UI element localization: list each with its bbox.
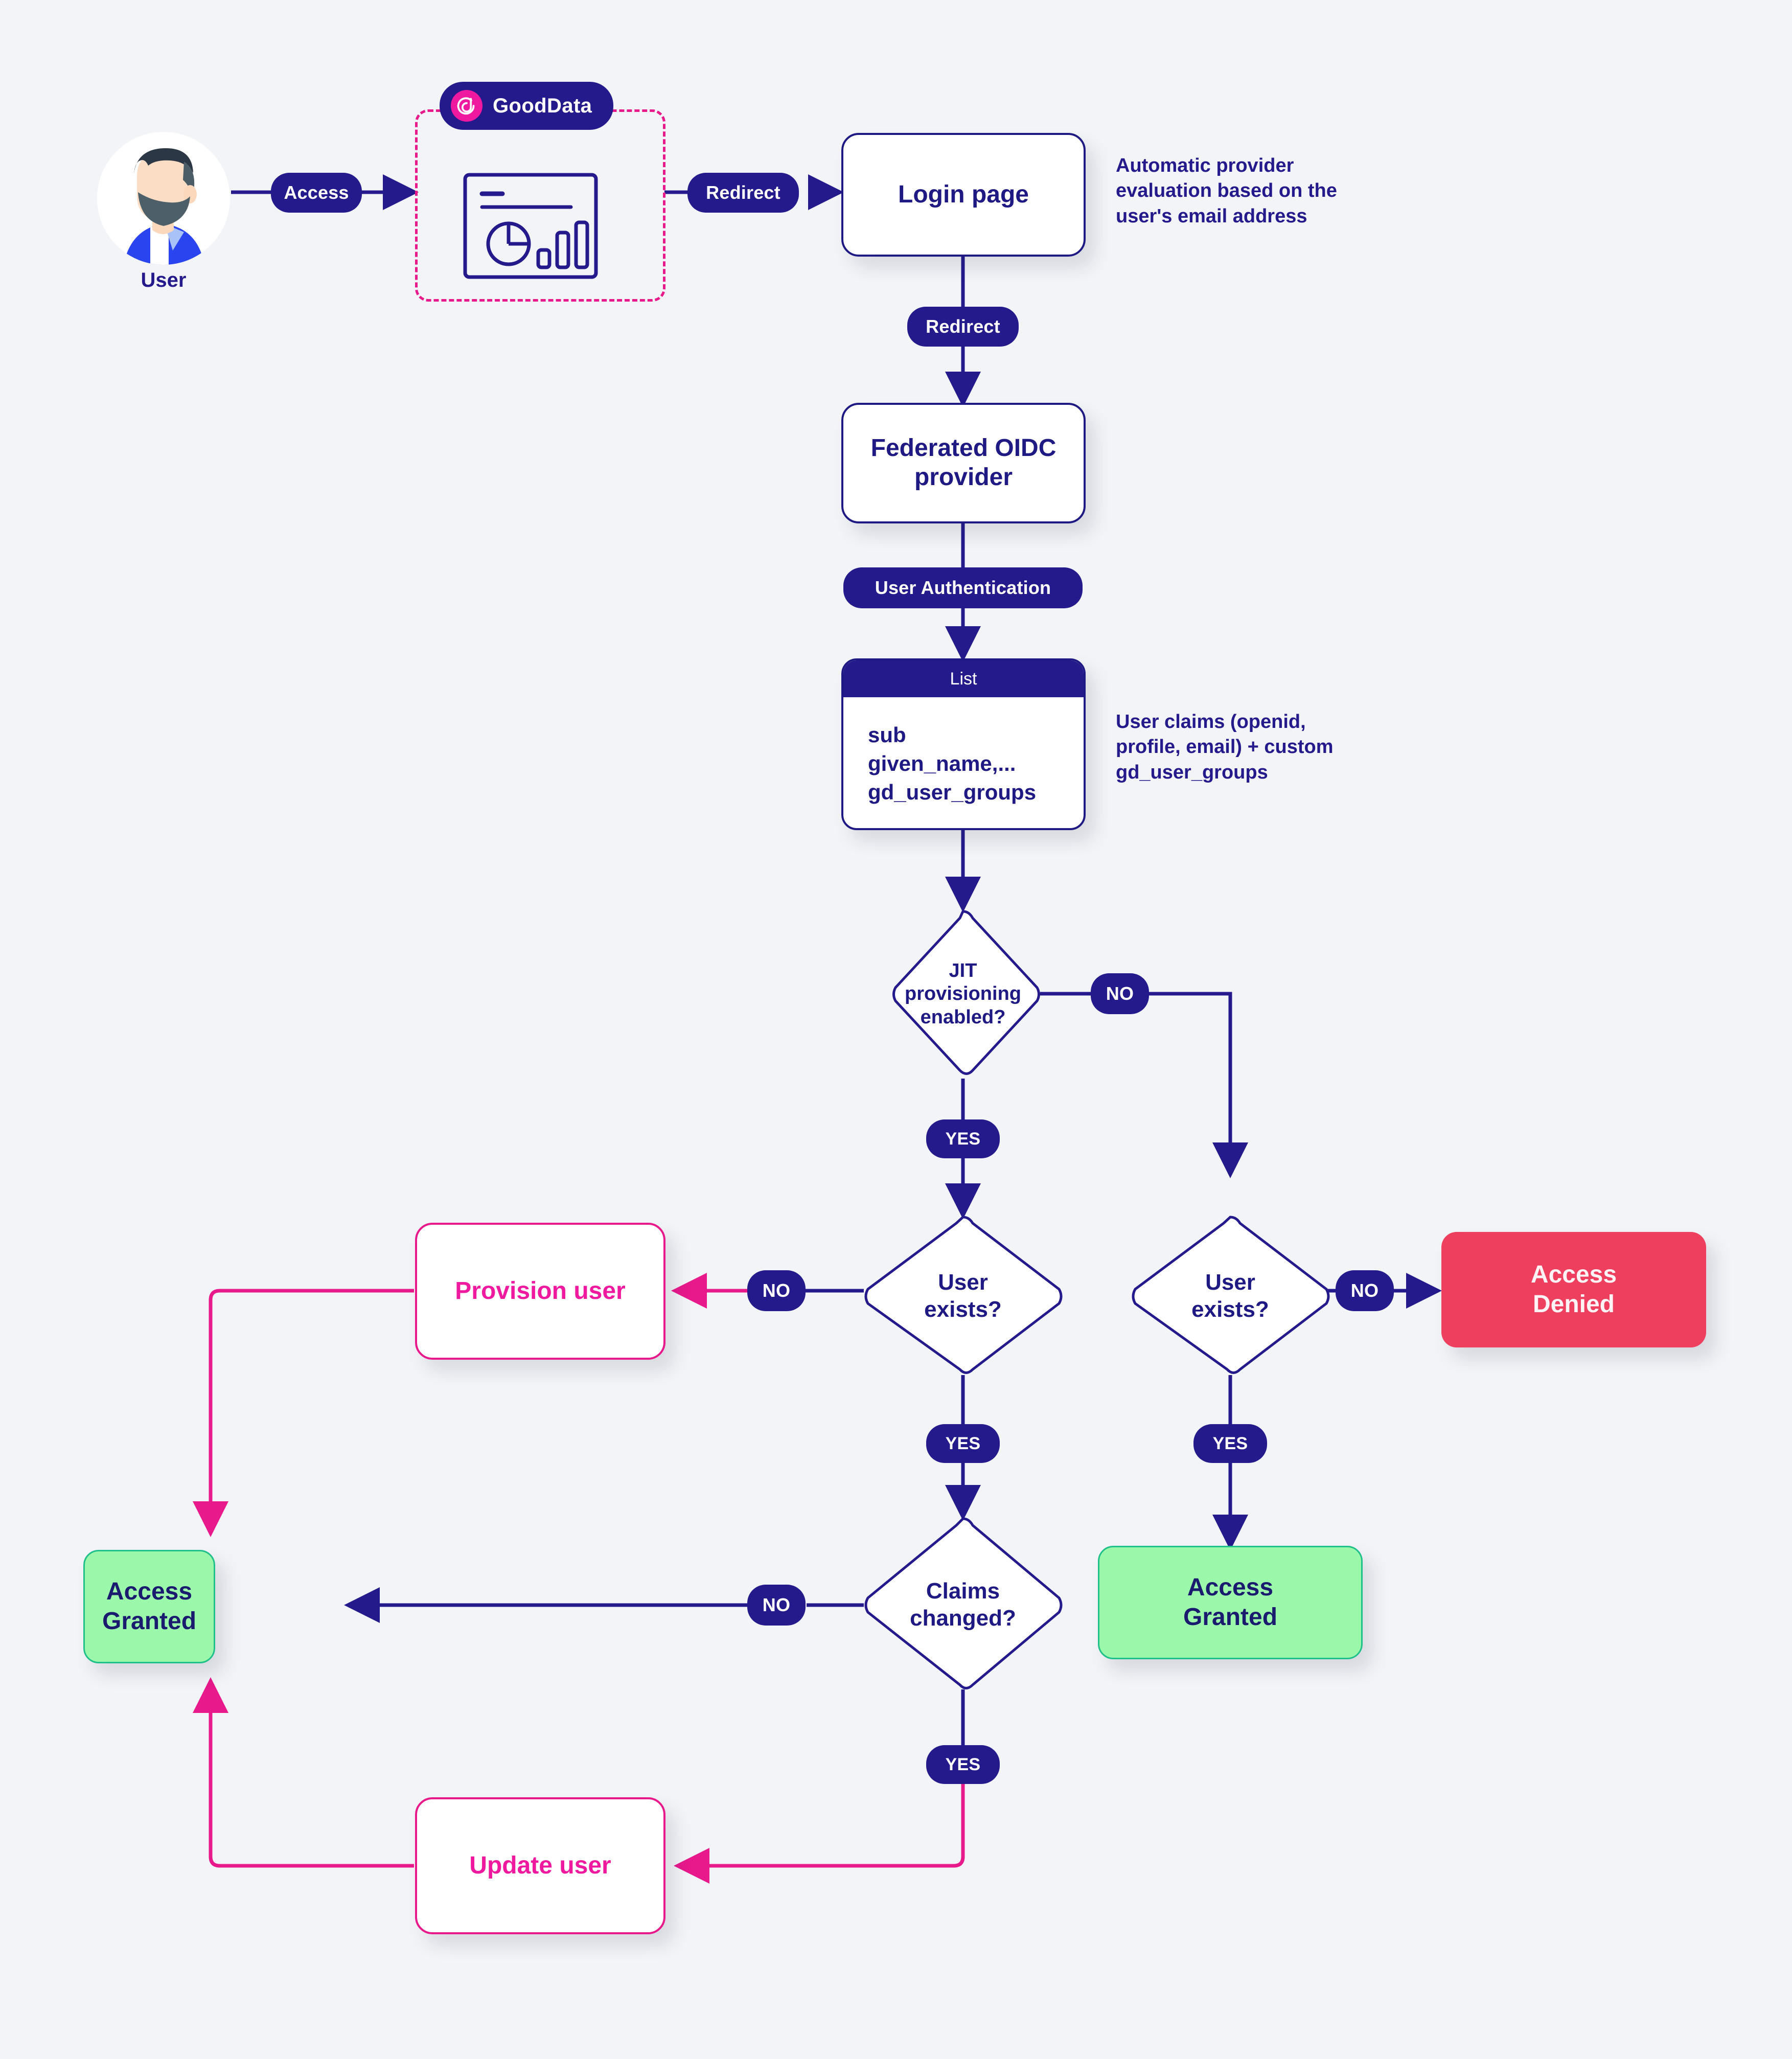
claims-list-items: sub given_name,... gd_user_groups — [868, 723, 1037, 804]
user-label: User — [141, 269, 187, 291]
annotation-user-claims: User claims (openid, profile, email) + c… — [1116, 711, 1334, 783]
jit-decision-label: JIT provisioning enabled? — [905, 959, 1021, 1028]
dashboard-chart-icon — [463, 173, 598, 279]
user-exists-right-label: User exists? — [1191, 1270, 1269, 1322]
edge-label-claims-no: NO — [747, 1585, 806, 1626]
user-actor: User — [97, 132, 230, 301]
annotation-provider-evaluation: Automatic provider evaluation based on t… — [1116, 155, 1337, 227]
node-claims-list[interactable]: List sub given_name,... gd_user_groups — [841, 658, 1086, 830]
edge-label-access: Access — [271, 173, 362, 213]
node-federated-oidc-provider[interactable]: Federated OIDC provider — [841, 403, 1086, 523]
edge-label-user-authentication: User Authentication — [843, 567, 1083, 608]
edge-label-redirect-1: Redirect — [687, 173, 799, 213]
edge-label-right-exists-no: NO — [1336, 1270, 1394, 1311]
wire-jitno-to-userexists-right — [1149, 992, 1248, 1178]
node-jit-provisioning-decision[interactable]: JIT provisioning enabled? — [886, 910, 1040, 1079]
avatar — [97, 132, 230, 265]
node-user-exists-left[interactable]: User exists? — [864, 1216, 1063, 1377]
gooddata-label: GoodData — [493, 94, 592, 117]
node-access-granted-right[interactable]: Access Granted — [1098, 1546, 1363, 1659]
claims-list-header: List — [843, 660, 1084, 697]
wire-provision-to-granted — [193, 1289, 414, 1537]
edge-label-claims-yes: YES — [926, 1745, 1000, 1784]
node-access-denied[interactable]: Access Denied — [1441, 1232, 1706, 1347]
edge-label-left-exists-no: NO — [747, 1270, 806, 1311]
edge-label-redirect-2: Redirect — [907, 307, 1019, 347]
node-update-user[interactable]: Update user — [415, 1797, 665, 1934]
user-avatar-icon — [97, 132, 230, 265]
node-provision-user[interactable]: Provision user — [415, 1223, 665, 1360]
edge-label-left-exists-yes: YES — [926, 1424, 1000, 1463]
edge-label-right-exists-yes: YES — [1193, 1424, 1267, 1463]
edge-label-jit-yes: YES — [926, 1119, 1000, 1158]
claims-changed-label: Claims changed? — [910, 1578, 1016, 1631]
gooddata-badge: GoodData — [440, 82, 614, 130]
gooddata-logo-icon — [451, 90, 483, 122]
node-access-granted-left[interactable]: Access Granted — [83, 1550, 215, 1663]
node-login-page[interactable]: Login page — [841, 133, 1086, 257]
gooddata-boundary — [415, 109, 665, 302]
node-user-exists-right[interactable]: User exists? — [1131, 1216, 1330, 1377]
wire-claimsyes-to-update — [674, 1780, 965, 1884]
edge-label-jit-no: NO — [1091, 973, 1149, 1014]
wire-update-to-granted — [193, 1677, 414, 1868]
flowchart-canvas: User GoodData Access Redirect Redirect U… — [0, 0, 1792, 2059]
node-claims-changed[interactable]: Claims changed? — [864, 1517, 1063, 1693]
user-exists-left-label: User exists? — [924, 1270, 1002, 1322]
